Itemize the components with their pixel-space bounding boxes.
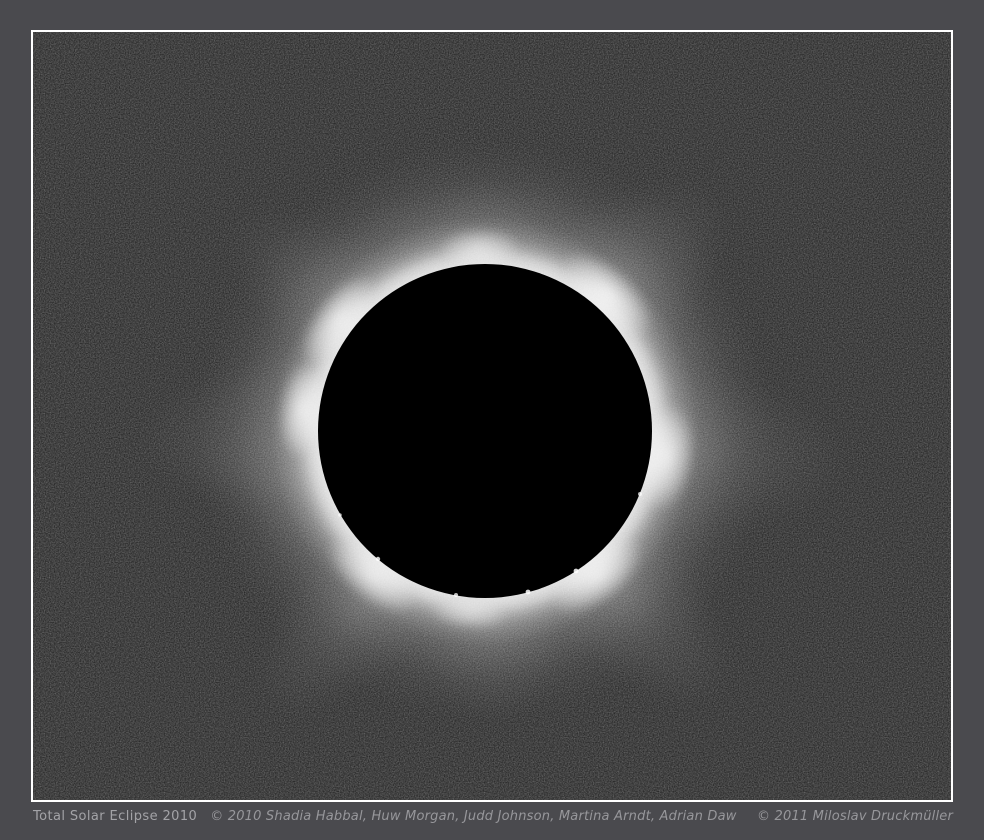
caption-bar: Total Solar Eclipse 2010 © 2010 Shadia H… xyxy=(33,808,953,826)
eclipse-photo xyxy=(31,30,953,802)
credit-2010: © 2010 Shadia Habbal, Huw Morgan, Judd J… xyxy=(210,809,736,824)
photo-title: Total Solar Eclipse 2010 xyxy=(33,808,197,826)
credit-2011: © 2011 Miloslav Druckmüller xyxy=(757,809,953,824)
photo-credits: © 2010 Shadia Habbal, Huw Morgan, Judd J… xyxy=(210,808,953,826)
moon-disk xyxy=(318,264,652,598)
moon-layer xyxy=(33,32,951,800)
page-background: Total Solar Eclipse 2010 © 2010 Shadia H… xyxy=(0,0,984,840)
